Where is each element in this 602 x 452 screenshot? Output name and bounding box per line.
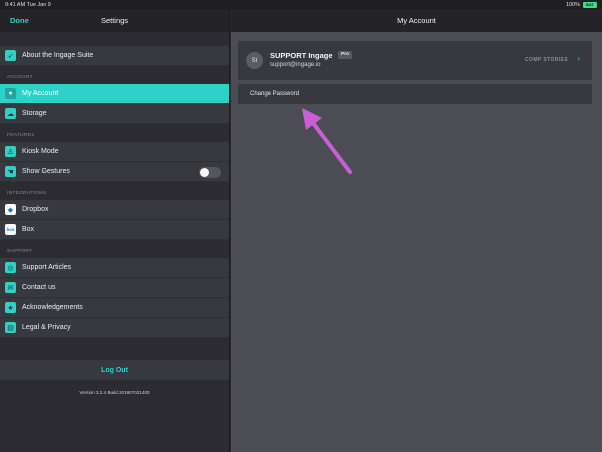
sidebar-item-label: My Account xyxy=(22,90,59,97)
sidebar-item-storage[interactable]: ☁ Storage xyxy=(0,104,229,124)
toggle-knob xyxy=(200,168,209,177)
sidebar-item-dropbox[interactable]: ◆ Dropbox xyxy=(0,200,229,220)
star-icon: ★ xyxy=(5,302,16,313)
status-time: 9:41 AM Tue Jan 9 xyxy=(5,2,51,8)
account-email: support@ingage.io xyxy=(270,62,321,68)
hand-icon: ☚ xyxy=(5,166,16,177)
sidebar-item-label: About the Ingage Suite xyxy=(22,52,94,59)
person-icon: ● xyxy=(5,88,16,99)
change-password-label: Change Password xyxy=(250,91,300,97)
sidebar-item-label: Support Articles xyxy=(22,264,72,271)
sidebar-item-label: Legal & Privacy xyxy=(22,324,71,331)
settings-nav-bar: Done Settings xyxy=(0,10,229,32)
sidebar-item-about[interactable]: ➶ About the Ingage Suite xyxy=(0,46,229,66)
avatar: SI xyxy=(246,52,263,69)
box-icon: box xyxy=(5,224,16,235)
version-text: Version 3.2.4 Build 201907021400 xyxy=(79,390,150,395)
sidebar-item-label: Storage xyxy=(22,110,47,117)
sidebar-item-kiosk-mode[interactable]: ♙ Kiosk Mode xyxy=(0,142,229,162)
sidebar-item-contact-us[interactable]: ✉ Contact us xyxy=(0,278,229,298)
comp-stories-link[interactable]: COMP STORIES xyxy=(525,57,568,63)
pro-badge: Pro xyxy=(338,51,352,59)
sidebar-item-label: Dropbox xyxy=(22,206,49,213)
account-card[interactable]: SI SUPPORT Ingage Pro support@ingage.io … xyxy=(238,41,592,80)
sidebar-item-label: Show Gestures xyxy=(22,168,70,175)
sidebar-item-label: Acknowledgements xyxy=(22,304,83,311)
lifebuoy-icon: ◎ xyxy=(5,262,16,273)
dropbox-icon: ◆ xyxy=(5,204,16,215)
show-gestures-toggle[interactable] xyxy=(199,167,221,178)
sidebar-item-show-gestures: ☚ Show Gestures xyxy=(0,162,229,182)
rocket-icon: ➶ xyxy=(5,50,16,61)
logout-button[interactable]: Log Out xyxy=(101,367,128,374)
account-name: SUPPORT Ingage xyxy=(270,51,333,60)
settings-sidebar: Done Settings ➶ About the Ingage Suite A… xyxy=(0,10,230,452)
change-password-button[interactable]: Change Password xyxy=(238,84,592,104)
section-header-support: SUPPORT xyxy=(7,249,33,254)
sidebar-item-box[interactable]: box Box xyxy=(0,220,229,240)
kiosk-icon: ♙ xyxy=(5,146,16,157)
section-header-features: FEATURES xyxy=(7,133,35,138)
account-detail-panel: My Account SI SUPPORT Ingage Pro support… xyxy=(231,10,602,452)
account-nav-bar: My Account xyxy=(231,10,602,32)
page-title: My Account xyxy=(397,16,436,25)
sidebar-item-label: Contact us xyxy=(22,284,56,291)
sidebar-item-support-articles[interactable]: ◎ Support Articles xyxy=(0,258,229,278)
battery-percent: 100% xyxy=(565,2,580,8)
section-header-integrations: INTEGRATIONS xyxy=(7,191,47,196)
cloud-icon: ☁ xyxy=(5,108,16,119)
settings-title: Settings xyxy=(100,16,129,25)
sidebar-item-legal-privacy[interactable]: ▤ Legal & Privacy xyxy=(0,318,229,338)
sidebar-item-label: Kiosk Mode xyxy=(22,148,59,155)
chevron-right-icon[interactable]: › xyxy=(577,54,580,63)
sidebar-item-label: Box xyxy=(22,226,35,233)
section-header-account: ACCOUNT xyxy=(7,75,33,80)
sidebar-item-my-account[interactable]: ● My Account xyxy=(0,84,229,104)
status-bar: 9:41 AM Tue Jan 9 100% BAT xyxy=(0,0,602,10)
document-icon: ▤ xyxy=(5,322,16,333)
battery-icon: BAT xyxy=(583,2,597,8)
mail-icon: ✉ xyxy=(5,282,16,293)
logout-row[interactable]: Log Out xyxy=(0,360,229,380)
sidebar-item-acknowledgements[interactable]: ★ Acknowledgements xyxy=(0,298,229,318)
